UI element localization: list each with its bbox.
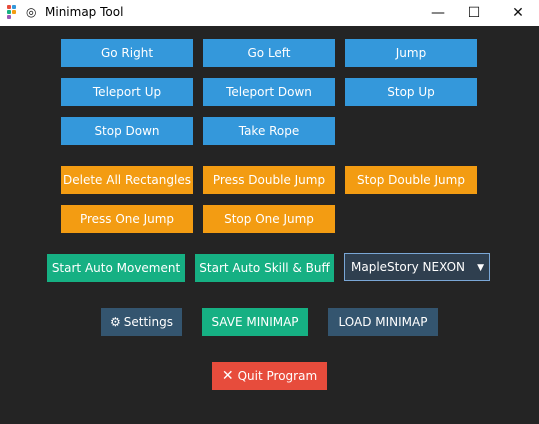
take-rope-button[interactable]: Take Rope — [203, 117, 335, 145]
load-minimap-button[interactable]: LOAD MINIMAP — [328, 308, 438, 336]
settings-label: Settings — [123, 315, 173, 329]
quit-program-label: Quit Program — [237, 369, 318, 383]
start-auto-skill-buff-button[interactable]: Start Auto Skill & Buff — [195, 254, 334, 282]
target-icon: ◎ — [26, 5, 37, 19]
stop-up-button[interactable]: Stop Up — [345, 78, 477, 106]
close-x-icon: ✕ — [221, 368, 234, 384]
close-window-button[interactable]: ✕ — [500, 0, 536, 26]
minimap-tool-window: ◎ Minimap Tool — ☐ ✕ Go Right Go Left Ju… — [0, 0, 539, 424]
minimize-button[interactable]: — — [420, 0, 456, 26]
window-title: Minimap Tool — [45, 5, 124, 19]
press-double-jump-button[interactable]: Press Double Jump — [203, 166, 335, 194]
chevron-down-icon: ▼ — [477, 263, 484, 273]
game-select-dropdown[interactable]: MapleStory NEXON ▼ — [344, 253, 490, 281]
gear-icon: ⚙ — [110, 315, 121, 329]
stop-double-jump-button[interactable]: Stop Double Jump — [345, 166, 477, 194]
stop-one-jump-button[interactable]: Stop One Jump — [203, 205, 335, 233]
start-auto-movement-button[interactable]: Start Auto Movement — [47, 254, 185, 282]
delete-all-rectangles-button[interactable]: Delete All Rectangles — [61, 166, 193, 194]
press-one-jump-button[interactable]: Press One Jump — [61, 205, 193, 233]
stop-down-button[interactable]: Stop Down — [61, 117, 193, 145]
teleport-down-button[interactable]: Teleport Down — [203, 78, 335, 106]
quit-program-button[interactable]: ✕ Quit Program — [212, 362, 327, 390]
game-select-value: MapleStory NEXON — [351, 260, 465, 274]
settings-button[interactable]: ⚙ Settings — [101, 308, 182, 336]
maximize-button[interactable]: ☐ — [456, 0, 492, 26]
jump-button[interactable]: Jump — [345, 39, 477, 67]
save-minimap-button[interactable]: SAVE MINIMAP — [202, 308, 308, 336]
title-bar: ◎ Minimap Tool — ☐ ✕ — [0, 0, 539, 26]
app-grid-icon — [7, 5, 21, 19]
go-left-button[interactable]: Go Left — [203, 39, 335, 67]
go-right-button[interactable]: Go Right — [61, 39, 193, 67]
teleport-up-button[interactable]: Teleport Up — [61, 78, 193, 106]
